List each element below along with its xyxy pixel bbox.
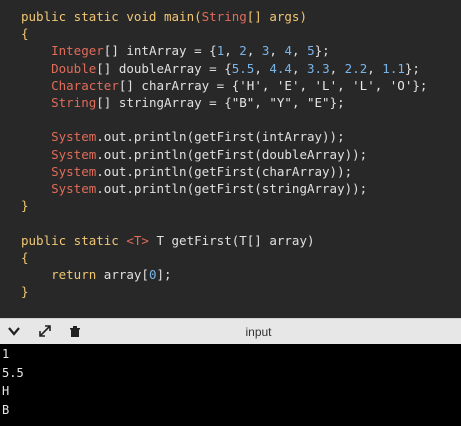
code-token: , [367,60,383,76]
code-token: "B", "Y", "E" [231,95,330,110]
code-token: public static [21,232,127,248]
code-editor[interactable]: public static void main(String[] args){ … [0,0,461,318]
code-token: { [21,26,29,42]
code-token: , [269,43,285,59]
code-token: 5 [307,43,315,59]
code-token: 'H', 'E', 'L', 'L', 'O' [239,77,413,93]
code-token: Character [51,77,119,93]
code-token: Double [51,60,97,76]
code-token: Integer [51,43,104,59]
code-token: , [246,43,262,59]
code-line: } [21,197,29,214]
code-line: { [21,25,29,42]
code-token: .out.println(getFirst(stringArray)); [96,181,368,196]
code-token: 3.3 [307,60,330,76]
code-token: [] stringArray = { [96,95,232,110]
output-line: 5.5 [2,365,24,380]
code-token: 1.1 [382,60,405,76]
code-token: 4.4 [269,60,292,76]
output-line: B [2,402,10,417]
code-token: 2 [239,43,247,59]
code-line: Integer[] intArray = {1, 2, 3, 4, 5}; [21,42,330,59]
code-token: { [21,249,29,265]
code-token: T getFirst(T[] array) [148,232,315,248]
code-token: System [51,163,97,179]
code-token: , [292,43,308,59]
code-token: , [224,43,240,59]
code-line: Double[] doubleArray = {5.5, 4.4, 3.3, 2… [21,60,420,77]
console-title: input [245,325,272,339]
code-token: public static void main( [21,9,202,24]
code-token: .out.println(getFirst(doubleArray)); [96,146,368,162]
code-token: .out.println(getFirst(intArray)); [96,129,345,145]
output-line: H [2,384,10,398]
code-line: Character[] charArray = {'H', 'E', 'L', … [21,77,427,94]
code-token: , [254,60,270,76]
code-token: String [201,9,247,24]
code-token: .out.println(getFirst(charArray)); [96,163,353,179]
code-token: , [291,60,308,76]
code-token: } [21,284,29,300]
code-token: String [51,95,97,110]
code-token: 5.5 [231,60,255,76]
code-token: }; [314,43,330,59]
code-token: }; [329,95,345,110]
console-output: 1 5.5 H B [0,344,461,426]
code-line: System.out.println(getFirst(stringArray)… [21,180,367,197]
code-token: ]; [156,267,172,282]
console-toolbar: input [0,318,461,344]
code-line: { [21,249,29,266]
code-line: System.out.println(getFirst(charArray)); [21,163,352,180]
code-token: [] charArray = { [118,77,240,93]
code-line: public static void main(String[] args) [21,8,307,25]
code-line: } [21,283,29,300]
code-token: [] doubleArray = { [96,60,232,76]
code-line: System.out.println(getFirst(doubleArray)… [21,146,367,163]
code-token: <T> [126,232,149,248]
code-token: , [329,60,345,76]
code-token: return [21,267,104,282]
code-token: } [21,198,29,214]
code-line: String[] stringArray = {"B", "Y", "E"}; [21,94,345,111]
code-line: return array[0]; [21,266,172,283]
code-token: [] intArray = { [103,43,217,59]
code-token: System [51,129,97,145]
code-token: }; [404,60,420,76]
output-line: 1 [2,347,10,361]
code-token: array[ [103,267,149,282]
code-token: 2.2 [344,60,368,76]
code-line: System.out.println(getFirst(intArray)); [21,128,345,145]
code-token: System [51,181,97,196]
code-token: [] args) [246,9,307,24]
code-token: }; [412,77,428,93]
code-token: 4 [284,43,292,59]
code-token: System [51,146,97,162]
code-line: public static <T> T getFirst(T[] array) [21,232,315,249]
